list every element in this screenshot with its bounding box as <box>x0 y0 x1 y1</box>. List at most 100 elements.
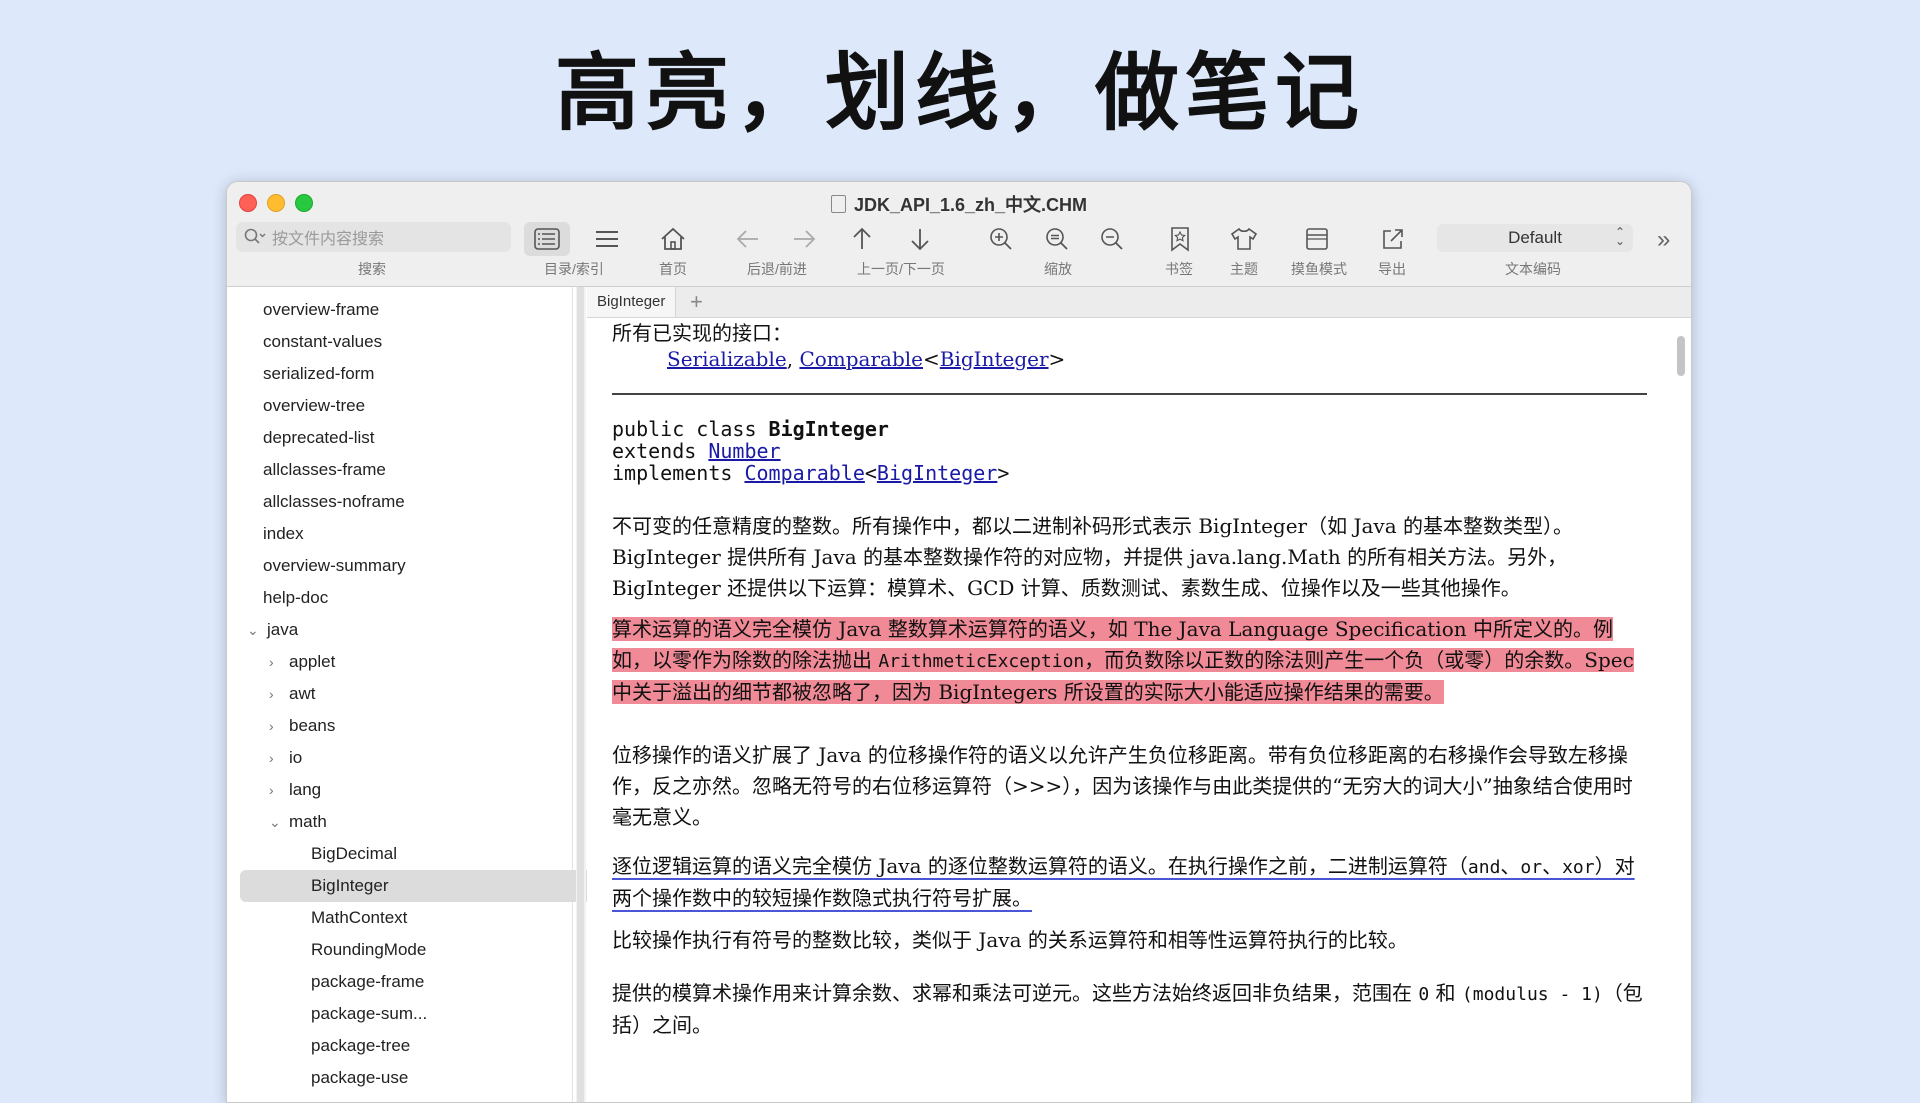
add-tab-icon[interactable]: + <box>690 289 703 315</box>
arrow-up-icon <box>853 227 871 249</box>
encoding-label: 文本编码 <box>1505 261 1561 277</box>
sidebar-item-index[interactable]: index <box>263 518 304 550</box>
sidebar-item-label: BigInteger <box>311 876 389 895</box>
sidebar-item-package-frame[interactable]: package-frame <box>311 966 424 998</box>
sidebar-item-overview-frame[interactable]: overview-frame <box>263 294 379 326</box>
p4-code-or: or <box>1520 857 1543 878</box>
overflow-chevron-icon[interactable]: » <box>1657 226 1670 254</box>
sidebar-splitter[interactable] <box>576 287 586 1102</box>
link-decl-biginteger[interactable]: BigInteger <box>877 461 997 485</box>
underline-mark[interactable]: 逐位逻辑运算的语义完全模仿 Java 的逐位整数运算符的语义。在执行操作之前，二… <box>612 854 1635 910</box>
chevron-right-icon[interactable]: › <box>269 646 289 678</box>
document-view: 所有已实现的接口： Serializable, Comparable<BigIn… <box>587 318 1691 1102</box>
sidebar-item-overview-tree[interactable]: overview-tree <box>263 390 365 422</box>
sidebar-item-roundingmode[interactable]: RoundingMode <box>311 934 426 966</box>
sidebar-tree: overview-frame constant-values serialized-… <box>227 287 626 1102</box>
chevron-down-icon[interactable]: ⌄ <box>269 806 289 838</box>
sidebar-item-label: overview-frame <box>263 300 380 319</box>
link-biginteger[interactable]: BigInteger <box>940 347 1049 371</box>
sidebar-item-allclasses-frame[interactable]: allclasses-frame <box>263 454 386 486</box>
sidebar-item-help-doc[interactable]: help-doc <box>263 582 328 614</box>
back-button[interactable] <box>731 222 765 256</box>
theme-button[interactable] <box>1227 222 1261 256</box>
divider <box>612 393 1647 395</box>
p4-sep-2: 、 <box>1542 854 1563 878</box>
index-button[interactable] <box>590 222 624 256</box>
search-input[interactable]: 按文件内容搜索 <box>236 222 511 252</box>
chevron-down-icon[interactable]: ⌄ <box>247 614 267 646</box>
chevron-right-icon[interactable]: › <box>269 774 289 806</box>
zoom-out-button[interactable] <box>1095 222 1129 256</box>
chevron-right-icon[interactable]: › <box>269 710 289 742</box>
sidebar-item-allclasses-noframe[interactable]: allclasses-noframe <box>263 486 405 518</box>
sidebar-item-package-tree[interactable]: package-tree <box>311 1030 410 1062</box>
decl-extends: extends <box>612 439 709 463</box>
sidebar-item-label: awt <box>289 684 316 703</box>
paragraph-highlighted: 算术运算的语义完全模仿 Java 整数算术运算符的语义，如 The Java L… <box>612 614 1647 708</box>
splitter-handle[interactable] <box>577 287 584 1102</box>
sidebar-item-bigdecimal[interactable]: BigDecimal <box>311 838 397 870</box>
window-title-text: JDK_API_1.6_zh_中文.CHM <box>853 195 1088 215</box>
interfaces-heading: 所有已实现的接口： <box>612 321 792 345</box>
toc-button[interactable] <box>524 222 570 256</box>
link-decl-comparable[interactable]: Comparable <box>744 461 864 485</box>
scrollbar-thumb[interactable] <box>1677 336 1685 376</box>
zoom-in-button[interactable] <box>984 222 1018 256</box>
paragraph-intro: 不可变的任意精度的整数。所有操作中，都以二进制补码形式表示 BigInteger… <box>612 514 1573 600</box>
decl-generic-close: > <box>997 461 1010 485</box>
sidebar-item-label: allclasses-frame <box>263 460 386 479</box>
sidebar-item-package-use[interactable]: package-use <box>311 1062 408 1094</box>
tab-biginteger[interactable]: BigInteger <box>587 287 677 317</box>
fishing-mode-label: 摸鱼模式 <box>1291 261 1347 277</box>
p4-sep-1: 、 <box>1500 854 1521 878</box>
chevron-right-icon[interactable]: › <box>269 678 289 710</box>
search-label: 搜索 <box>358 261 386 277</box>
sidebar-item-label: RoundingMode <box>311 940 427 959</box>
sidebar-item-constant-values[interactable]: constant-values <box>263 326 382 358</box>
link-number[interactable]: Number <box>708 439 780 463</box>
decl-line-2: extends Number <box>612 440 1647 462</box>
sidebar-item-label: package-tree <box>311 1036 411 1055</box>
title-bar: JDK_API_1.6_zh_中文.CHM 按文件内容搜索 搜索 目录/索引 首… <box>227 182 1691 287</box>
sidebar-item-lang[interactable]: › lang <box>269 774 321 806</box>
sidebar-item-java[interactable]: ⌄ java <box>247 614 298 646</box>
prev-page-button[interactable] <box>845 222 879 256</box>
bookmark-button[interactable] <box>1163 222 1197 256</box>
sidebar-item-overview-summary[interactable]: overview-summary <box>263 550 406 582</box>
sidebar-item-beans[interactable]: › beans <box>269 710 335 742</box>
highlight-mark[interactable]: 算术运算的语义完全模仿 Java 整数算术运算符的语义，如 The Java L… <box>612 617 1634 704</box>
sidebar-item-label: overview-tree <box>263 396 366 415</box>
generic-close: > <box>1048 347 1066 371</box>
sidebar-item-math[interactable]: ⌄ math <box>269 806 327 838</box>
forward-button[interactable] <box>787 222 821 256</box>
sidebar-item-biginteger[interactable]: BigInteger <box>240 870 626 902</box>
sidebar-item-label: help-doc <box>263 588 329 607</box>
document-icon <box>830 195 846 213</box>
next-page-button[interactable] <box>903 222 937 256</box>
link-comparable[interactable]: Comparable <box>799 347 923 371</box>
tab-bar: BigInteger + <box>587 287 1691 318</box>
sidebar-item-package-summary[interactable]: package-sum... <box>311 998 427 1030</box>
encoding-value: Default <box>1508 228 1562 247</box>
sidebar-item-awt[interactable]: › awt <box>269 678 315 710</box>
home-button[interactable] <box>656 222 690 256</box>
p4-text-a: 逐位逻辑运算的语义完全模仿 Java 的逐位整数运算符的语义。在执行操作之前，二… <box>612 854 1468 878</box>
zoom-reset-button[interactable] <box>1040 222 1074 256</box>
encoding-select[interactable]: Default ⌃ ⌄ <box>1437 224 1633 252</box>
sidebar-item-serialized-form[interactable]: serialized-form <box>263 358 374 390</box>
paragraph-underlined: 逐位逻辑运算的语义完全模仿 Java 的逐位整数运算符的语义。在执行操作之前，二… <box>612 851 1647 914</box>
zoom-label: 缩放 <box>1044 261 1072 277</box>
sidebar-item-deprecated-list[interactable]: deprecated-list <box>263 422 375 454</box>
fishing-mode-button[interactable] <box>1300 222 1334 256</box>
chevron-right-icon[interactable]: › <box>269 742 289 774</box>
sidebar-item-mathcontext[interactable]: MathContext <box>311 902 407 934</box>
paragraph-compare: 比较操作执行有符号的整数比较，类似于 Java 的关系运算符和相等性运算符执行的… <box>612 928 1408 952</box>
decl-implements: implements <box>612 461 745 485</box>
export-button[interactable] <box>1376 222 1410 256</box>
sidebar-item-label: overview-summary <box>263 556 406 575</box>
sidebar-item-io[interactable]: › io <box>269 742 302 774</box>
search-icon <box>244 228 266 244</box>
sidebar-item-applet[interactable]: › applet <box>269 646 335 678</box>
class-declaration: public class BigInteger extends Number i… <box>612 418 1647 484</box>
link-serializable[interactable]: Serializable <box>667 347 787 371</box>
